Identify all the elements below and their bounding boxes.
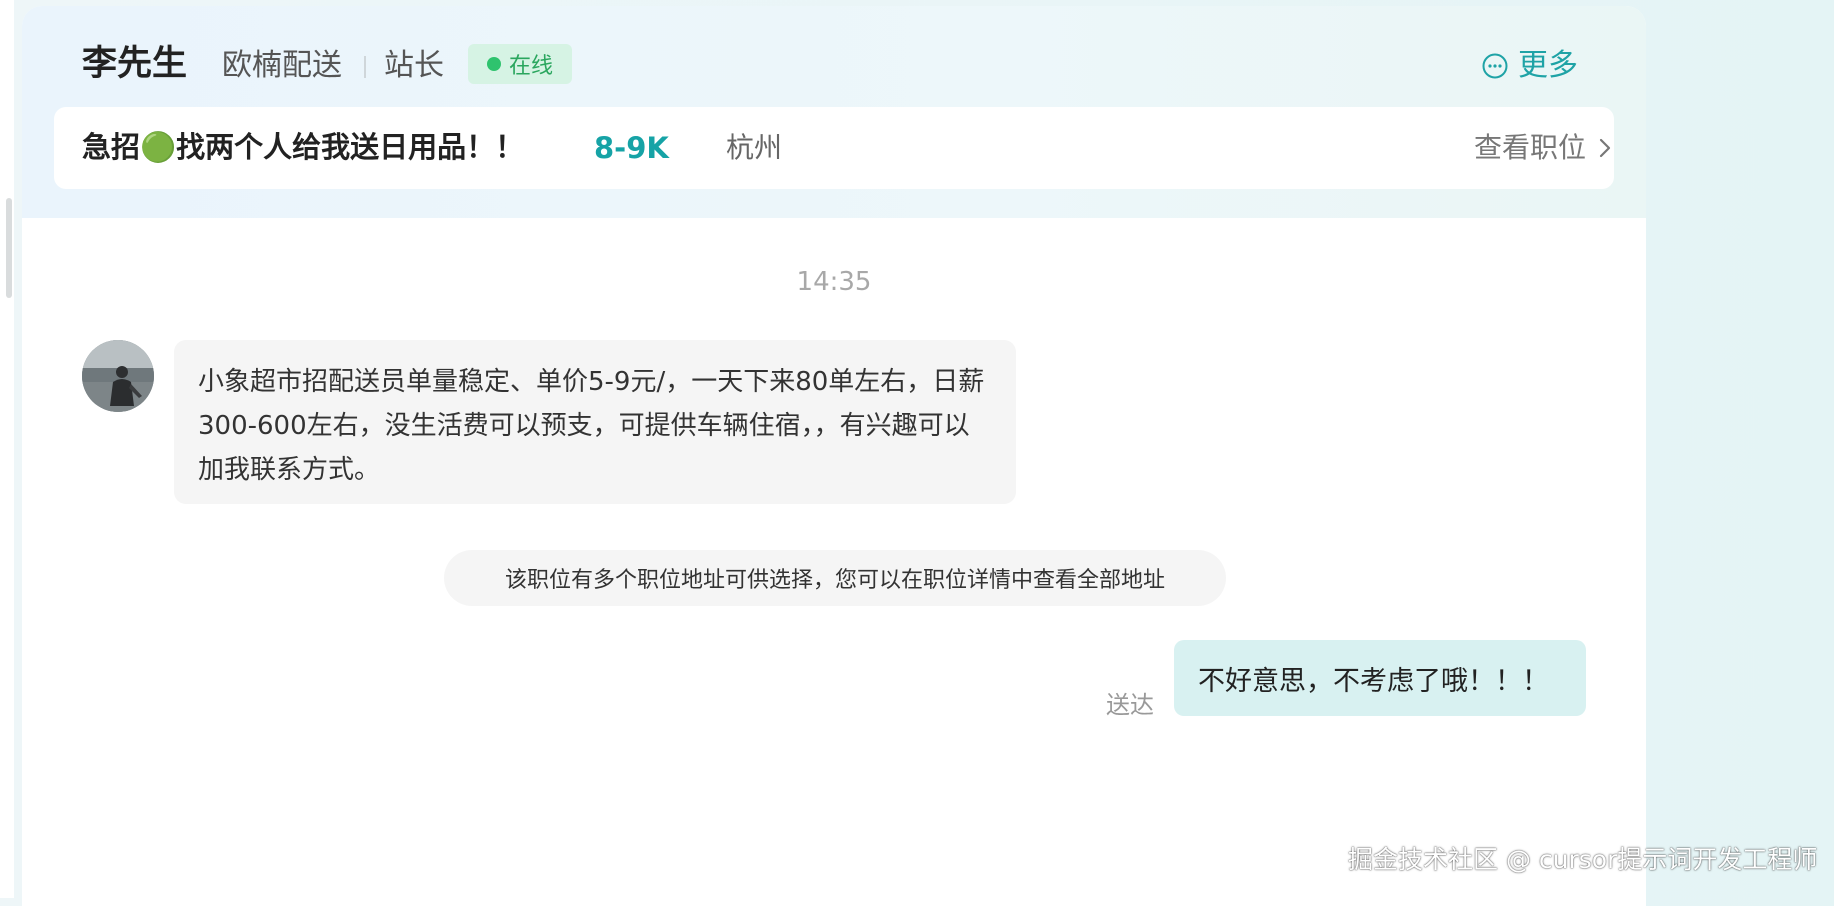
company-name: 欧楠配送 [222,48,342,83]
chat-panel: 李先生 欧楠配送 站长 在线 更多 急招🟢找两个人给我送日用品！！ 8-9K 杭… [22,6,1646,906]
online-status-badge: 在线 [468,44,572,84]
avatar-photo [82,340,154,412]
contact-role: 站长 [384,48,444,83]
more-label: 更多 [1518,48,1578,83]
status-label: 在线 [508,54,553,79]
chat-header: 李先生 欧楠配送 站长 在线 更多 急招🟢找两个人给我送日用品！！ 8-9K 杭… [22,6,1646,218]
job-title: 急招🟢找两个人给我送日用品！！ [82,130,525,164]
more-circle-icon [1482,53,1508,79]
sent-message: 不好意思，不考虑了哦！！！ [1174,640,1586,716]
delivery-status: 送达 [1106,691,1154,719]
job-location: 杭州 [726,131,783,164]
view-job-label: 查看职位 [1474,131,1587,164]
job-card[interactable]: 急招🟢找两个人给我送日用品！！ 8-9K 杭州 查看职位 [54,107,1614,189]
received-message: 小象超市招配送员单量稳定、单价5-9元/，一天下来80单左右，日薪300-600… [174,340,1016,504]
left-panel-edge [0,0,14,898]
header-divider [364,56,366,78]
chevron-right-icon [1599,138,1611,158]
more-button[interactable]: 更多 [1482,46,1578,86]
message-timestamp: 14:35 [796,267,872,297]
left-scrollbar[interactable] [6,198,12,298]
contact-name: 李先生 [82,44,188,84]
system-notice: 该职位有多个职位地址可供选择，您可以在职位详情中查看全部地址 [444,550,1226,606]
job-salary: 8-9K [594,131,669,165]
view-job-button[interactable]: 查看职位 [1474,128,1612,168]
contact-avatar[interactable] [82,340,154,412]
online-dot-icon [486,57,501,71]
watermark: 掘金技术社区 @ cursor提示词开发工程师 [1348,845,1818,874]
